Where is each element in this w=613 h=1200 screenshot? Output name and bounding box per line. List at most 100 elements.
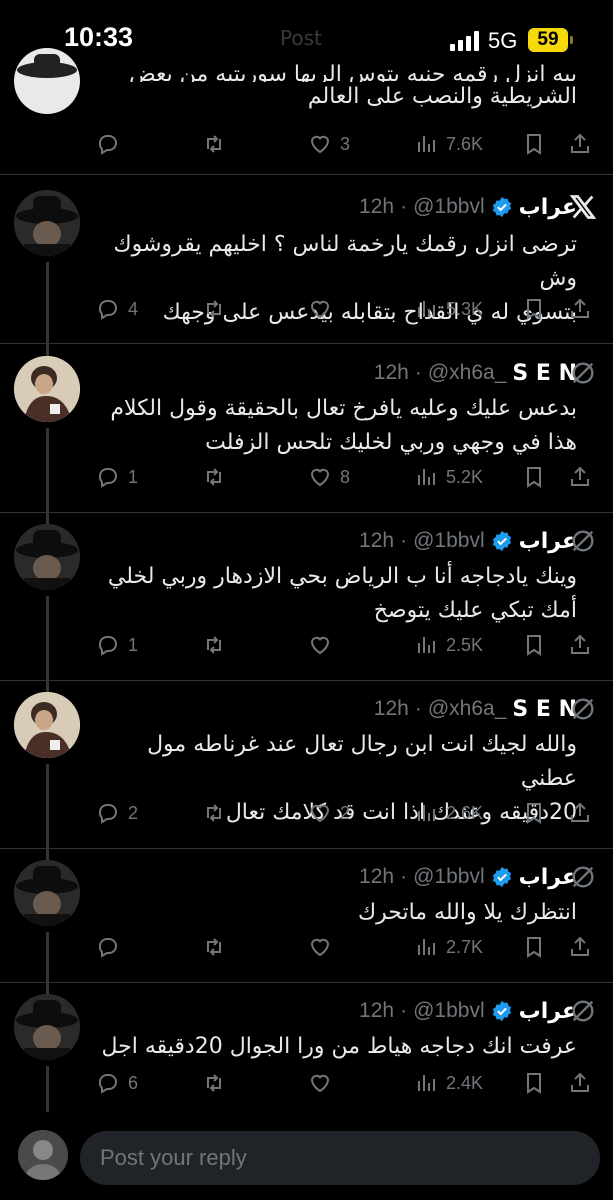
views-button[interactable]: 2.4K	[414, 1066, 483, 1100]
share-button[interactable]	[568, 460, 592, 494]
tweet-author-name[interactable]: S E N	[512, 361, 577, 386]
tweet-actions: 6 2.4K	[96, 1066, 596, 1100]
thread-line	[46, 596, 49, 696]
reply-button[interactable]: 1	[96, 460, 138, 494]
retweet-button[interactable]	[202, 127, 226, 161]
like-button[interactable]	[308, 930, 340, 964]
divider	[0, 982, 613, 983]
avatar[interactable]	[14, 860, 80, 926]
tweet-author-name[interactable]: S E N	[512, 697, 577, 722]
tweet-handle[interactable]: @1bbvl	[413, 865, 485, 889]
views-button[interactable]: 5.3K	[414, 292, 483, 326]
like-button[interactable]	[308, 292, 340, 326]
share-button[interactable]	[568, 796, 592, 830]
grok-button[interactable]	[569, 359, 597, 387]
cowboy-hat-avatar-icon	[14, 48, 80, 114]
like-button[interactable]: 2	[308, 796, 350, 830]
retweet-button[interactable]	[202, 930, 234, 964]
retweet-button[interactable]	[202, 796, 234, 830]
grok-button[interactable]	[569, 527, 597, 555]
retweet-button[interactable]	[202, 628, 234, 662]
reply-icon	[98, 636, 117, 656]
like-button[interactable]	[308, 628, 340, 662]
reply-icon	[98, 804, 117, 824]
tweet-handle[interactable]: @xh6a_	[428, 697, 507, 721]
share-button[interactable]	[568, 1066, 592, 1100]
x-logo-icon	[569, 195, 597, 219]
reply-button[interactable]: 1	[96, 628, 138, 662]
reply-count: 6	[128, 1072, 139, 1093]
divider	[0, 848, 613, 849]
share-icon	[571, 1072, 589, 1092]
share-button[interactable]	[568, 127, 592, 161]
tweet-dot: ·	[414, 697, 422, 720]
avatar[interactable]	[14, 524, 80, 590]
tweet-dot: ·	[400, 195, 408, 218]
grok-icon	[572, 866, 594, 888]
reply-icon	[98, 468, 117, 488]
view-count: 5.2K	[446, 466, 484, 487]
views-button[interactable]: 7.6K	[414, 127, 483, 161]
user-avatar[interactable]	[18, 1130, 68, 1180]
tweet-text-line: أمك تبكي عليك يتوصخ	[373, 598, 577, 623]
share-button[interactable]	[568, 292, 592, 326]
view-count: 5.3K	[446, 298, 484, 319]
share-button[interactable]	[568, 628, 592, 662]
tweet-time: 12h	[359, 999, 395, 1022]
grok-icon	[572, 698, 594, 720]
grok-button[interactable]	[569, 997, 597, 1025]
tweet-text-line: هذا في وجهي وربي لخليك تلحس الزفلت	[205, 430, 577, 455]
tweet-handle[interactable]: @1bbvl	[413, 999, 485, 1023]
avatar[interactable]	[14, 190, 80, 256]
reply-button[interactable]	[96, 127, 120, 161]
tweet-handle[interactable]: @1bbvl	[413, 529, 485, 553]
thread-line	[46, 932, 49, 998]
bookmark-button[interactable]	[522, 460, 546, 494]
tweet-text: وينك يادجاجه أنا ب الرياض بحي الازدهار و…	[87, 560, 577, 628]
avatar[interactable]	[14, 994, 80, 1060]
reply-input[interactable]: Post your reply	[80, 1131, 600, 1185]
like-button[interactable]: 8	[308, 460, 350, 494]
bookmark-button[interactable]	[522, 930, 546, 964]
bookmark-button[interactable]	[522, 292, 546, 326]
share-button[interactable]	[568, 930, 592, 964]
views-chart-icon	[418, 301, 435, 317]
grok-icon	[572, 530, 594, 552]
views-button[interactable]: 5.2K	[414, 460, 483, 494]
reply-button[interactable]: 2	[96, 796, 138, 830]
divider	[0, 343, 613, 344]
grok-button[interactable]	[569, 863, 597, 891]
bookmark-button[interactable]	[522, 127, 546, 161]
divider	[0, 680, 613, 681]
tweet-time: 12h	[359, 195, 395, 218]
bookmark-button[interactable]	[522, 1066, 546, 1100]
retweet-button[interactable]	[202, 292, 234, 326]
reply-icon	[98, 135, 117, 155]
avatar[interactable]	[14, 356, 80, 422]
bookmark-button[interactable]	[522, 628, 546, 662]
bookmark-button[interactable]	[522, 796, 546, 830]
views-button[interactable]: 2.6K	[414, 796, 483, 830]
views-button[interactable]: 2.7K	[414, 930, 483, 964]
retweet-button[interactable]	[202, 1066, 234, 1100]
views-chart-icon	[418, 939, 435, 955]
tweet-time: 12h	[359, 865, 395, 888]
tweet-handle[interactable]: @1bbvl	[413, 195, 485, 219]
like-button[interactable]: 3	[308, 127, 350, 161]
tweet-dot: ·	[400, 999, 408, 1022]
reply-icon	[98, 938, 117, 958]
avatar[interactable]	[14, 692, 80, 758]
tweet-dot: ·	[400, 529, 408, 552]
x-logo-button[interactable]	[569, 193, 597, 221]
tweet-text-line: عرفت انك دجاجه هياط من ورا الجوال 20دقيق…	[101, 1034, 577, 1059]
avatar[interactable]	[14, 48, 80, 114]
reply-button[interactable]: 4	[96, 292, 138, 326]
reply-button[interactable]: 6	[96, 1066, 138, 1100]
retweet-button[interactable]	[202, 460, 234, 494]
like-button[interactable]	[308, 1066, 340, 1100]
tweet-header: 12h · @xh6a_ S E N	[374, 692, 577, 726]
views-button[interactable]: 2.5K	[414, 628, 483, 662]
grok-button[interactable]	[569, 695, 597, 723]
tweet-handle[interactable]: @xh6a_	[428, 361, 507, 385]
reply-button[interactable]	[96, 930, 128, 964]
